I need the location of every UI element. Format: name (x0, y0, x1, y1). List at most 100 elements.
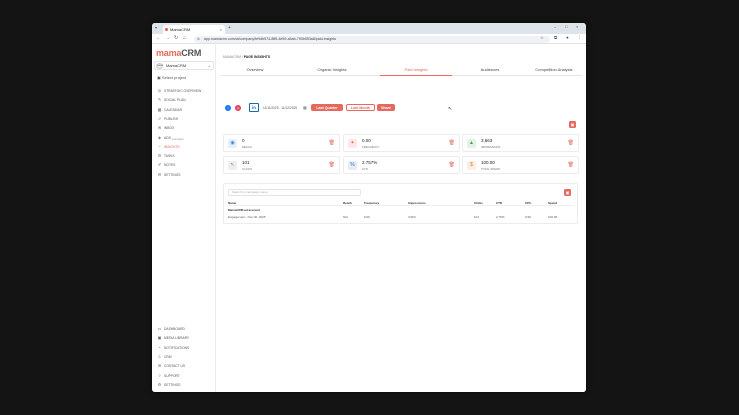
sidebar-item-label: INBOX (164, 126, 175, 131)
select-project[interactable]: ▣ Select project (157, 75, 186, 80)
tab-paid-insights[interactable]: Paid Insights (380, 66, 452, 76)
sidebar-item-strategic-overview[interactable]: ◎ STRATEGIC OVERVIEW (157, 88, 202, 94)
forward-icon[interactable]: → (165, 35, 170, 41)
stat-label: TOTAL SPEND (481, 167, 501, 171)
browser-tab-bar: ▾ MamaCRM × + – □ × (152, 23, 586, 34)
strategic-overview-icon: ◎ (157, 88, 162, 93)
sidebar-item-publish[interactable]: ➚ PUBLISH (157, 116, 178, 122)
stat-value: 0 (242, 138, 245, 143)
cell-name: Engagement - Nov 30, 2025 (228, 215, 266, 219)
linkedin-icon[interactable]: in (249, 103, 259, 112)
tab-title: MamaCRM (170, 27, 191, 32)
date-range[interactable]: 11/11/2025 - 11/12/2025 (263, 106, 297, 110)
trash-icon[interactable]: 🗑 (329, 140, 335, 146)
extensions-icon[interactable]: ⧉ (554, 35, 557, 40)
menu-icon[interactable]: ⋮ (577, 35, 582, 41)
cell-spend: 100.00 (548, 215, 558, 219)
stat-value: 101 (242, 160, 250, 165)
sidebar-item-insights[interactable]: ◔ INSIGHTS (157, 144, 179, 150)
sidebar-item-notifications[interactable]: ◔ NOTIFICATIONS (157, 345, 189, 351)
favicon-icon (165, 28, 168, 31)
campaign-search-input[interactable]: Search by campaign name (228, 189, 361, 196)
share-button[interactable]: Share (377, 104, 395, 111)
tasks-icon: ☰ (157, 153, 162, 159)
stat-label: IMPRESSIONS (481, 145, 501, 149)
calendar-icon[interactable]: ▦ (303, 105, 307, 110)
notifications-icon: ◔ (158, 344, 161, 350)
column-header-impressions[interactable]: Impressions (408, 200, 426, 206)
sidebar-item-tasks[interactable]: ☰ TASKS (157, 153, 175, 159)
instagram-icon[interactable]: ◎ (235, 105, 241, 111)
sidebar-item-calendar[interactable]: ▦ CALENDAR (157, 107, 182, 113)
home-icon[interactable]: ⌂ (183, 35, 186, 41)
column-header-name[interactable]: Name (228, 200, 236, 206)
sidebar-item-dashboard[interactable]: ▭ DASHBOARD (157, 326, 185, 332)
add-widget-icon[interactable]: ▣ (569, 121, 576, 128)
browser-tab[interactable]: MamaCRM × (163, 25, 225, 34)
support-icon: ? (158, 372, 161, 378)
account-name: MamaCRM ad account (228, 208, 261, 212)
stat-label: FREQUENCY (362, 145, 380, 149)
sidebar-item-settings[interactable]: ⚙ SETTINGS (157, 172, 181, 178)
bookmark-star-icon[interactable]: ☆ (540, 35, 544, 41)
sidebar-item-label: SETTINGS (164, 172, 181, 177)
total-spend-icon: $ (467, 161, 476, 170)
social-plan-icon: ✎ (157, 97, 162, 103)
tab-audiences[interactable]: Audiences (460, 66, 520, 76)
reload-icon[interactable]: ↻ (174, 35, 178, 41)
trash-icon[interactable]: 🗑 (568, 140, 574, 146)
new-tab-icon[interactable]: + (228, 25, 231, 31)
reach-icon: ◉ (228, 139, 237, 148)
last-quarter-button[interactable]: Last Quarter (311, 104, 343, 111)
window-close-icon[interactable]: × (576, 24, 578, 29)
sidebar-item-inbox[interactable]: ✉ INBOX (157, 125, 174, 131)
sidebar-item-social-plan[interactable]: ✎ SOCIAL PLAN (157, 97, 186, 103)
tab-competition-analysis[interactable]: Competition Analysis (525, 66, 583, 76)
column-header-frequency[interactable]: Frequency (364, 200, 379, 206)
cell-frequency: 0.00 (364, 215, 370, 219)
impressions-icon: ▲ (467, 139, 476, 148)
minimize-icon[interactable]: – (554, 24, 556, 29)
sidebar-item-media-library[interactable]: ▣ MEDIA LIBRARY (157, 335, 190, 341)
chevron-down-icon: ⌄ (207, 63, 211, 68)
workspace-selector[interactable]: MAMA MamaCRM ⌄ (154, 61, 214, 70)
sidebar-item-notes[interactable]: ✐ NOTES (157, 162, 176, 168)
table-header: Name Reach Frequency Impressions Clicks CTR CP… (228, 200, 574, 206)
folder-icon: ▣ (157, 75, 161, 80)
trash-icon[interactable]: 🗑 (449, 162, 455, 168)
last-month-button[interactable]: Last Month (346, 104, 375, 111)
tab-overview[interactable]: Overview (224, 66, 286, 76)
sidebar-item-settings[interactable]: ⚙ SETTINGS (157, 382, 181, 388)
facebook-icon[interactable]: f (225, 105, 231, 111)
sidebar-item-ads[interactable]: ◈ ADSCampaigns (157, 135, 184, 142)
column-header-spend[interactable]: Spend (548, 200, 557, 206)
stat-card-impressions: ▲ 3,663 IMPRESSIONS 🗑 (462, 134, 579, 152)
media-library-icon: ▣ (157, 335, 162, 341)
tab-organic-insights[interactable]: Organic Insights (300, 66, 364, 76)
trash-icon[interactable]: 🗑 (568, 162, 574, 168)
column-header-reach[interactable]: Reach (343, 200, 352, 206)
site-info-icon[interactable]: ⊜ (197, 36, 200, 43)
sidebar-item-label: STRATEGIC OVERVIEW (164, 89, 202, 93)
sidebar-item-contact-us[interactable]: ✉ CONTACT US (157, 363, 185, 369)
sidebar-item-label: MEDIA LIBRARY (164, 336, 190, 341)
back-icon[interactable]: ← (156, 35, 161, 41)
sidebar-item-support[interactable]: ? SUPPORT (157, 373, 180, 379)
tab-close-icon[interactable]: × (220, 25, 222, 34)
table-row[interactable]: Engagement - Nov 30, 2025 N/A 0.00 3,663 101… (228, 214, 574, 220)
tab-list-icon[interactable]: ▾ (155, 25, 157, 30)
column-header-ctr[interactable]: CTR (496, 200, 502, 206)
sidebar: mamaCRM MAMA MamaCRM ⌄ ▣ Select project … (152, 44, 216, 392)
sidebar-item-crm[interactable]: ☺ CRM (157, 354, 171, 360)
profile-icon[interactable]: ● (566, 35, 569, 40)
column-header-cpc[interactable]: CPC (525, 200, 531, 206)
cell-impressions: 3,663 (408, 215, 416, 219)
breadcrumb-parent[interactable]: MAMACRM (223, 55, 241, 59)
trash-icon[interactable]: 🗑 (449, 140, 455, 146)
export-icon[interactable]: ▣ (564, 189, 571, 196)
address-bar[interactable]: ⊜ app.mamacrm.com/ct/company/fe9db574-8f… (194, 35, 550, 43)
maximize-icon[interactable]: □ (565, 24, 567, 29)
app-logo[interactable]: mamaCRM (156, 48, 201, 58)
trash-icon[interactable]: 🗑 (329, 162, 335, 168)
column-header-clicks[interactable]: Clicks (474, 200, 483, 206)
